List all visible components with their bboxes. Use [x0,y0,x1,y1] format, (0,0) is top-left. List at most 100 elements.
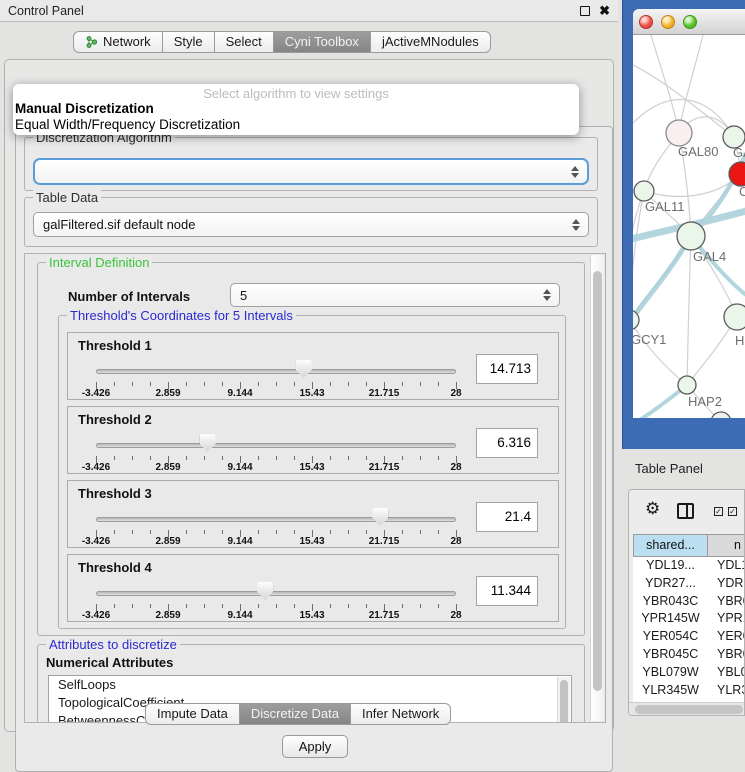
tab-style-label: Style [174,32,203,52]
cell-name[interactable]: YDR2 [708,575,745,593]
algorithm-dropdown-popup: Select algorithm to view settings Manual… [13,84,579,135]
threshold-box: Threshold 4 -3.4262.8599.14415.4321.7152… [67,554,559,622]
cell-shared-name[interactable]: YDL19... [633,557,708,575]
algorithm-option-manual[interactable]: Manual Discretization [13,101,579,117]
table-row[interactable]: YLR345WYLR3 [633,682,745,700]
cell-shared-name[interactable]: YBR043C [633,593,708,611]
network-node[interactable] [724,304,745,330]
network-node-label: HAP2 [688,394,722,409]
threshold-slider-thumb[interactable] [200,434,216,452]
cell-name[interactable]: YPR1 [708,610,745,628]
threshold-value-field[interactable]: 11.344 [476,576,538,606]
threshold-slider-track[interactable] [96,591,456,596]
checkbox-icon[interactable]: ✓ [714,507,723,516]
algorithm-combobox[interactable] [33,158,589,185]
threshold-slider-track[interactable] [96,369,456,374]
cell-name[interactable]: YER0 [708,628,745,646]
algorithm-option-equal-width[interactable]: Equal Width/Frequency Discretization [13,117,579,133]
table-data-combobox[interactable]: galFiltered.sif default node [33,212,589,237]
cell-shared-name[interactable]: YER054C [633,628,708,646]
apply-button[interactable]: Apply [282,735,348,758]
threshold-slider-thumb[interactable] [296,360,312,378]
table-data-group: Table Data galFiltered.sif default node [24,197,598,247]
cell-name[interactable]: YLR3 [708,682,745,700]
discretize-data-panel: Discretization Algorithm Table Data galF… [15,126,613,772]
cell-shared-name[interactable]: YBR045C [633,646,708,664]
network-node[interactable] [666,120,692,146]
column-header-shared[interactable]: shared... [633,534,708,557]
cell-name[interactable]: YBR0 [708,646,745,664]
table-row[interactable]: YBR045CYBR0 [633,646,745,664]
cell-shared-name[interactable]: YDR27... [633,575,708,593]
tab-network[interactable]: Network [73,31,163,53]
network-node[interactable] [678,376,696,394]
attributes-group-label: Attributes to discretize [46,637,180,652]
cell-shared-name[interactable]: YBL079W [633,664,708,682]
tab-impute-data[interactable]: Impute Data [145,703,240,725]
network-node[interactable] [711,412,731,418]
threshold-box: Threshold 1 -3.4262.8599.14415.4321.7152… [67,332,559,400]
table-row[interactable]: YDR27...YDR2 [633,575,745,593]
top-tab-bar: Network Style Select Cyni Toolbox jActiv… [73,31,491,53]
threshold-slider-track[interactable] [96,443,456,448]
cell-shared-name[interactable]: YLR345W [633,682,708,700]
bottom-tab-bar: Impute Data Discretize Data Infer Networ… [145,703,451,725]
threshold-slider-thumb[interactable] [372,508,388,526]
slider-tick-labels: -3.4262.8599.14415.4321.71528 [96,388,456,400]
tab-jactivemnodules[interactable]: jActiveMNodules [370,31,491,53]
network-icon [85,35,98,49]
close-icon[interactable]: ✖ [599,3,610,19]
network-canvas[interactable]: GAL80GACGAL11GAL4GCY1HHAP2 [633,35,745,418]
combo-arrows-icon [571,166,579,178]
discretization-algorithm-group: Discretization Algorithm [24,137,598,191]
network-window: GAL80GACGAL11GAL4GCY1HHAP2 [633,9,745,418]
threshold-value-field[interactable]: 14.713 [476,354,538,384]
mac-close-icon[interactable] [639,15,653,29]
table-row[interactable]: YBR043CYBR0 [633,593,745,611]
column-header-name[interactable]: n [707,534,745,557]
table-row[interactable]: YER054CYER0 [633,628,745,646]
settings-vertical-scrollbar[interactable] [590,255,604,721]
interval-definition-group: Interval Definition Number of Intervals … [37,262,585,636]
checkbox-icon[interactable]: ✓ [728,507,737,516]
tab-style[interactable]: Style [162,31,215,53]
tab-select[interactable]: Select [214,31,274,53]
mac-minimize-icon[interactable] [661,15,675,29]
table-row[interactable]: YDL19...YDL1 [633,557,745,575]
tab-infer-network-label: Infer Network [362,704,439,724]
threshold-slider-thumb[interactable] [257,582,273,600]
threshold-slider-track[interactable] [96,517,456,522]
table-data-group-label: Table Data [33,190,101,205]
tab-cyni-toolbox[interactable]: Cyni Toolbox [273,31,371,53]
table-row[interactable]: YPR145WYPR1 [633,610,745,628]
thresholds-group: Threshold's Coordinates for 5 Intervals … [58,315,566,629]
gear-icon[interactable]: ⚙ [645,499,660,519]
slider-tick-labels: -3.4262.8599.14415.4321.71528 [96,536,456,548]
attribute-item[interactable]: SelfLoops [49,676,571,694]
float-window-icon[interactable] [580,6,590,16]
attributes-list-scrollbar[interactable] [557,677,570,723]
tab-infer-network[interactable]: Infer Network [350,703,451,725]
columns-icon[interactable] [677,503,694,519]
network-node-label: GCY1 [633,332,666,347]
cell-name[interactable]: YBL0 [708,664,745,682]
algorithm-placeholder-option[interactable]: Select algorithm to view settings [13,84,579,101]
table-row[interactable]: YBL079WYBL0 [633,664,745,682]
panel-title: Control Panel [8,4,84,18]
network-node[interactable] [677,222,705,250]
apply-row: Apply [24,729,606,769]
network-window-title-bar[interactable] [633,9,745,35]
table-horizontal-scrollbar[interactable] [629,702,745,716]
tab-discretize-data[interactable]: Discretize Data [239,703,351,725]
threshold-value-field[interactable]: 21.4 [476,502,538,532]
cell-shared-name[interactable]: YPR145W [633,610,708,628]
cell-name[interactable]: YBR0 [708,593,745,611]
network-node-label: C [739,184,745,199]
network-node[interactable] [634,181,654,201]
number-of-intervals-combobox[interactable]: 5 [230,283,560,307]
table-panel-title: Table Panel [635,461,703,476]
number-of-intervals-value: 5 [240,288,247,303]
cell-name[interactable]: YDL1 [708,557,745,575]
mac-zoom-icon[interactable] [683,15,697,29]
threshold-value-field[interactable]: 6.316 [476,428,538,458]
